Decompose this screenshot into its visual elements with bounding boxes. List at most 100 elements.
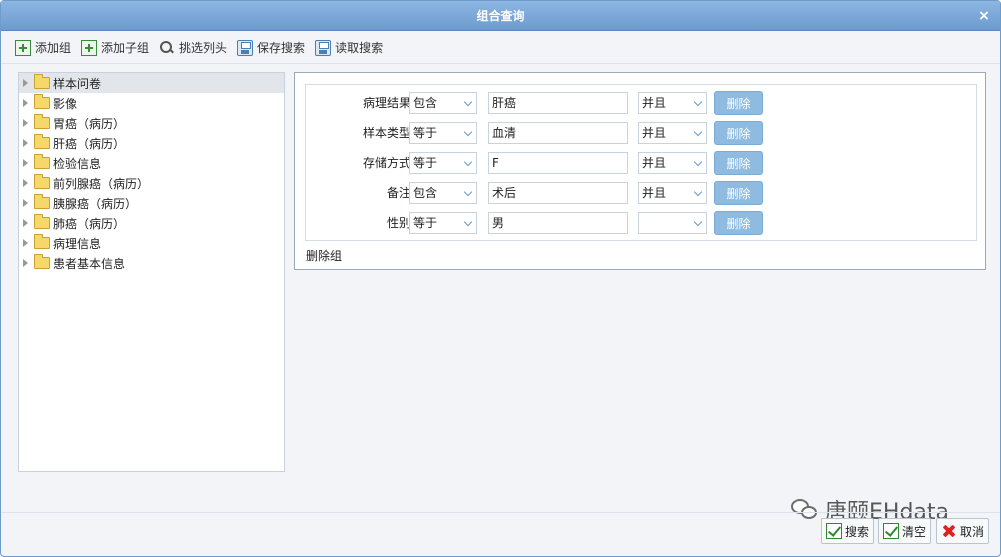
condition-row: 存储方式 等于 F 并且 删除	[306, 151, 978, 175]
expand-arrow-icon[interactable]	[23, 79, 28, 87]
chevron-down-icon	[693, 157, 703, 167]
value-input[interactable]: 肝癌	[488, 92, 628, 114]
operator-select[interactable]: 等于	[409, 152, 477, 174]
expand-arrow-icon[interactable]	[23, 179, 28, 187]
condition-row: 病理结果 包含 肝癌 并且 删除	[306, 91, 978, 115]
operator-value: 等于	[413, 126, 438, 140]
check-icon	[883, 523, 899, 539]
logic-select[interactable]: 并且	[638, 152, 707, 174]
search-button[interactable]: 搜索	[821, 518, 875, 544]
category-tree: 样本问卷 影像 胃癌（病历） 肝癌（病历） 检验信息 前列腺癌（病历） 胰腺癌（…	[18, 72, 285, 472]
expand-arrow-icon[interactable]	[23, 119, 28, 127]
expand-arrow-icon[interactable]	[23, 159, 28, 167]
condition-group: 病理结果 包含 肝癌 并且 删除 样本类型 等于 血清 并且 删除 存储方式 等…	[305, 84, 977, 241]
expand-arrow-icon[interactable]	[23, 239, 28, 247]
search-icon	[159, 40, 175, 56]
field-label: 性别	[386, 216, 411, 230]
delete-condition-button[interactable]: 删除	[714, 181, 763, 205]
tree-item-gastric-cancer[interactable]: 胃癌（病历）	[19, 113, 284, 133]
folder-icon	[34, 254, 50, 269]
chevron-down-icon	[463, 187, 473, 197]
operator-select[interactable]: 等于	[409, 212, 477, 234]
add-subgroup-button[interactable]: 添加子组	[81, 37, 149, 59]
combined-query-dialog: 组合查询 × 添加组 添加子组 挑选列头 保存搜索 读取搜索 样本问卷 影像 胃…	[0, 0, 1001, 557]
add-group-label: 添加组	[35, 41, 72, 55]
dialog-title: 组合查询	[476, 9, 525, 23]
expand-arrow-icon[interactable]	[23, 199, 28, 207]
tree-item-pancreatic-cancer[interactable]: 胰腺癌（病历）	[19, 193, 284, 213]
chevron-down-icon	[463, 157, 473, 167]
clear-button-label: 清空	[902, 524, 927, 539]
tree-item-label: 样本问卷	[53, 76, 102, 91]
chevron-down-icon	[693, 187, 703, 197]
operator-value: 包含	[413, 186, 438, 200]
logic-select[interactable]: 并且	[638, 92, 707, 114]
cancel-button[interactable]: 取消	[936, 518, 990, 544]
operator-value: 等于	[413, 216, 438, 230]
tree-item-label: 影像	[53, 96, 78, 111]
expand-arrow-icon[interactable]	[23, 259, 28, 267]
tree-item-prostate-cancer[interactable]: 前列腺癌（病历）	[19, 173, 284, 193]
field-label: 样本类型	[362, 126, 411, 140]
folder-icon	[34, 114, 50, 129]
delete-condition-button[interactable]: 删除	[714, 91, 763, 115]
logic-select[interactable]: 并且	[638, 182, 707, 204]
delete-condition-button[interactable]: 删除	[714, 151, 763, 175]
save-search-button[interactable]: 保存搜索	[237, 37, 305, 59]
logic-select[interactable]	[638, 212, 707, 234]
value-input[interactable]: F	[488, 152, 628, 174]
value-input[interactable]: 术后	[488, 182, 628, 204]
search-button-label: 搜索	[845, 524, 870, 539]
field-label: 备注	[386, 186, 411, 200]
pick-columns-label: 挑选列头	[179, 41, 228, 55]
folder-icon	[34, 174, 50, 189]
folder-icon	[34, 94, 50, 109]
folder-icon	[34, 74, 50, 89]
load-search-button[interactable]: 读取搜索	[315, 37, 383, 59]
tree-item-label: 肝癌（病历）	[53, 136, 126, 151]
delete-condition-button[interactable]: 删除	[714, 211, 763, 235]
operator-select[interactable]: 包含	[409, 182, 477, 204]
tree-item-liver-cancer[interactable]: 肝癌（病历）	[19, 133, 284, 153]
chevron-down-icon	[463, 217, 473, 227]
dialog-footer: 搜索 清空 取消	[1, 512, 1000, 556]
pick-columns-button[interactable]: 挑选列头	[159, 37, 227, 59]
value-input[interactable]: 血清	[488, 122, 628, 144]
folder-icon	[34, 154, 50, 169]
tree-item-pathology-info[interactable]: 病理信息	[19, 233, 284, 253]
save-search-label: 保存搜索	[257, 41, 306, 55]
tree-item-lung-cancer[interactable]: 肺癌（病历）	[19, 213, 284, 233]
delete-group-link[interactable]: 删除组	[306, 247, 342, 264]
operator-value: 等于	[413, 156, 438, 170]
logic-value: 并且	[642, 96, 667, 110]
chevron-down-icon	[693, 97, 703, 107]
close-icon[interactable]: ×	[976, 1, 992, 31]
operator-value: 包含	[413, 96, 438, 110]
operator-select[interactable]: 等于	[409, 122, 477, 144]
tree-item-lab-info[interactable]: 检验信息	[19, 153, 284, 173]
chevron-down-icon	[463, 97, 473, 107]
expand-arrow-icon[interactable]	[23, 139, 28, 147]
save-icon	[237, 39, 254, 56]
folder-icon	[34, 134, 50, 149]
chevron-down-icon	[463, 127, 473, 137]
clear-button[interactable]: 清空	[878, 518, 932, 544]
condition-row: 样本类型 等于 血清 并且 删除	[306, 121, 978, 145]
tree-item-label: 肺癌（病历）	[53, 216, 126, 231]
delete-condition-button[interactable]: 删除	[714, 121, 763, 145]
folder-icon	[34, 194, 50, 209]
cancel-button-label: 取消	[960, 524, 985, 539]
operator-select[interactable]: 包含	[409, 92, 477, 114]
tree-item-sample-questionnaire[interactable]: 样本问卷	[19, 73, 284, 93]
dialog-titlebar: 组合查询 ×	[1, 1, 1000, 31]
tree-item-imaging[interactable]: 影像	[19, 93, 284, 113]
check-icon	[826, 523, 842, 539]
add-group-button[interactable]: 添加组	[15, 37, 71, 59]
logic-value: 并且	[642, 156, 667, 170]
plus-square-icon	[81, 39, 98, 56]
expand-arrow-icon[interactable]	[23, 99, 28, 107]
logic-select[interactable]: 并且	[638, 122, 707, 144]
expand-arrow-icon[interactable]	[23, 219, 28, 227]
value-input[interactable]: 男	[488, 212, 628, 234]
tree-item-patient-basic-info[interactable]: 患者基本信息	[19, 253, 284, 273]
